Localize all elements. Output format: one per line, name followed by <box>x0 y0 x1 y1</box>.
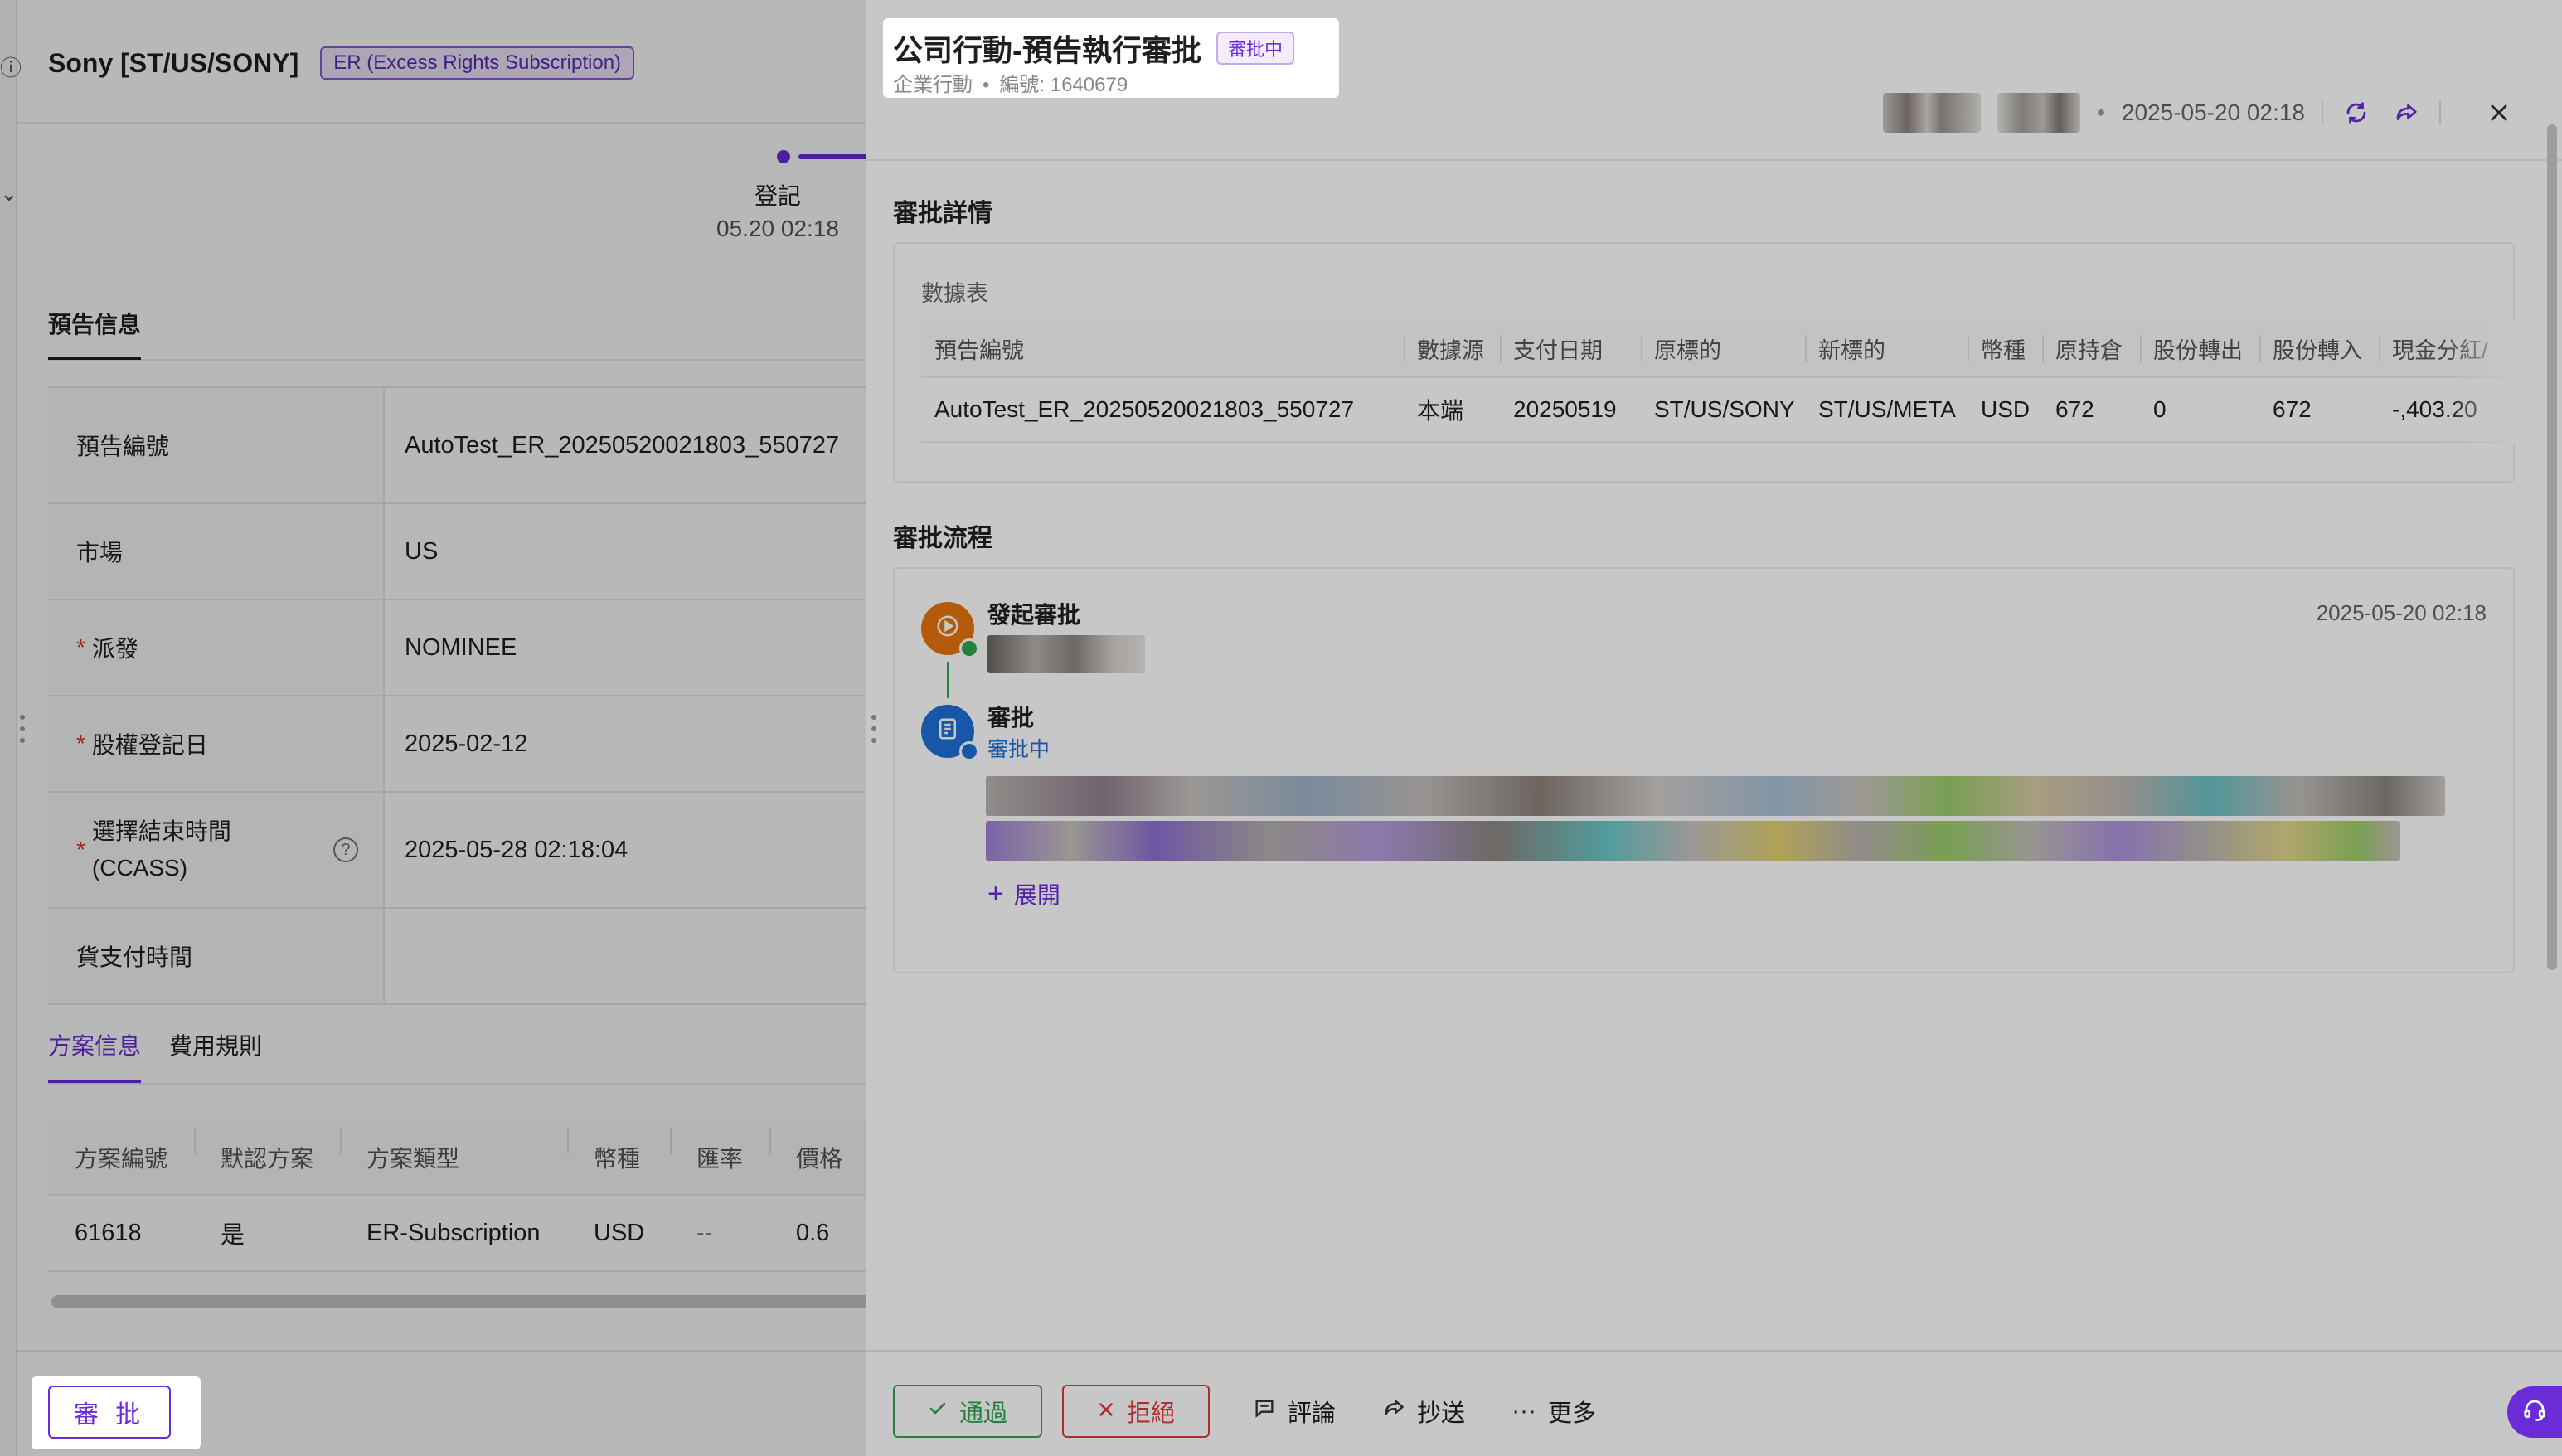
submit-time: 2025-05-20 02:18 <box>2121 99 2305 125</box>
drawer-title-text: 公司行動-預告執行審批 <box>893 33 1201 67</box>
separator-dot: • <box>2097 99 2105 125</box>
table-cell: AutoTest_ER_20250520021803_550727 <box>934 396 1355 422</box>
table-cell: ST/US/SONY <box>1654 396 1795 422</box>
table-cell: 672 <box>2055 396 2094 422</box>
drawer-meta: • 2025-05-20 02:18 <box>1883 93 2516 133</box>
refresh-icon[interactable] <box>2340 96 2373 129</box>
column-header: 支付日期 <box>1500 332 1641 365</box>
comment-button[interactable]: 評論 <box>1240 1385 1349 1438</box>
status-badge: 審批中 <box>1216 32 1295 65</box>
column-header: 預告編號 <box>934 337 1024 363</box>
redacted-user-avatar <box>1883 93 1982 133</box>
x-icon <box>1097 1398 1115 1425</box>
flow-step-title: 發起審批 <box>987 602 1081 628</box>
column-header: 數據源 <box>1404 332 1500 365</box>
plus-icon: + <box>987 878 1004 910</box>
document-icon <box>935 716 960 747</box>
check-icon <box>959 638 979 658</box>
play-icon <box>935 614 960 644</box>
table-cell: 672 <box>2273 396 2312 422</box>
close-icon[interactable] <box>2482 96 2516 129</box>
column-header: 原標的 <box>1641 332 1805 365</box>
background-page: ⓘ ⌄ Sony [ST/US/SONY] ER (Excess Rights … <box>0 0 866 1456</box>
column-header: 股份轉出 <box>2140 332 2259 365</box>
table-header: 預告編號 數據源 支付日期 原標的 新標的 幣種 原持倉 股份轉出 股份轉入 現… <box>921 320 2516 378</box>
pass-button[interactable]: 通過 <box>893 1385 1043 1438</box>
column-header: 原持倉 <box>2042 332 2140 365</box>
approval-drawer: • 2025-05-20 02:18 審批詳情 數據表 預告編號 數據源 支付日… <box>866 0 2562 1456</box>
more-icon: ··· <box>1511 1397 1537 1424</box>
flow-step-status: 審批中 <box>987 738 1051 761</box>
app-name: 企業行動 <box>893 74 973 96</box>
comment-icon <box>1253 1396 1276 1426</box>
vertical-scrollbar[interactable] <box>2547 124 2557 970</box>
table-cell: 0 <box>2153 396 2167 422</box>
approval-details-card: 數據表 預告編號 數據源 支付日期 原標的 新標的 幣種 原持倉 股份轉出 股份… <box>893 242 2516 483</box>
headset-icon <box>2522 1397 2547 1428</box>
action-bar: 通過 拒絕 評論 抄送 ··· 更多 <box>893 1385 1609 1438</box>
forward-icon <box>1382 1396 1405 1426</box>
flow-connector <box>947 662 949 698</box>
flow-step-title: 審批 <box>987 705 1035 730</box>
flow-step-time: 2025-05-20 02:18 <box>2316 600 2487 625</box>
approver-avatar <box>921 705 979 761</box>
modal-mask <box>0 0 866 1456</box>
scroll-fade <box>2442 320 2516 444</box>
reject-button[interactable]: 拒絕 <box>1062 1385 1211 1438</box>
redacted-approvers <box>986 821 2400 861</box>
table-cell: 20250519 <box>1513 396 1617 422</box>
initiator-avatar <box>921 602 979 658</box>
redacted-initiator <box>987 635 1145 673</box>
cc-button[interactable]: 抄送 <box>1369 1385 1478 1438</box>
expand-button[interactable]: + 展開 <box>987 877 1060 910</box>
drawer-subtitle: 企業行動 • 編號: 1640679 <box>893 68 1128 97</box>
check-icon <box>928 1398 948 1425</box>
share-icon[interactable] <box>2390 96 2423 129</box>
divider <box>2439 100 2441 125</box>
column-header: 新標的 <box>1805 332 1968 365</box>
more-button[interactable]: ··· 更多 <box>1498 1385 1609 1438</box>
table-cell: USD <box>1981 396 2031 422</box>
table-cell: ST/US/META <box>1818 396 1956 422</box>
support-button[interactable] <box>2507 1386 2562 1438</box>
section-title: 審批流程 <box>893 525 992 552</box>
table-row[interactable]: AutoTest_ER_20250520021803_550727 本端 202… <box>921 378 2516 443</box>
pending-icon <box>959 741 979 761</box>
redacted-approvers <box>986 776 2445 816</box>
column-header: 股份轉入 <box>2259 332 2379 365</box>
separator-dot: • <box>983 74 990 96</box>
drawer-title: 公司行動-預告執行審批 審批中 <box>893 27 1295 70</box>
approve-button[interactable]: 審 批 <box>48 1386 171 1439</box>
divider <box>866 1350 2562 1352</box>
divider <box>866 159 2562 161</box>
resize-handle[interactable] <box>871 715 878 755</box>
section-title: 審批詳情 <box>893 200 992 227</box>
approval-flow-card: 發起審批 2025-05-20 02:18 審批 審批中 + 展開 <box>893 567 2515 973</box>
divider <box>2322 100 2323 125</box>
record-id: 編號: 1640679 <box>999 74 1128 96</box>
table-cell: 本端 <box>1417 398 1464 424</box>
column-header: 幣種 <box>1968 332 2042 365</box>
redacted-user-name <box>1997 93 2081 133</box>
data-table-caption: 數據表 <box>921 281 988 306</box>
data-table: 預告編號 數據源 支付日期 原標的 新標的 幣種 原持倉 股份轉出 股份轉入 現… <box>921 320 2516 444</box>
